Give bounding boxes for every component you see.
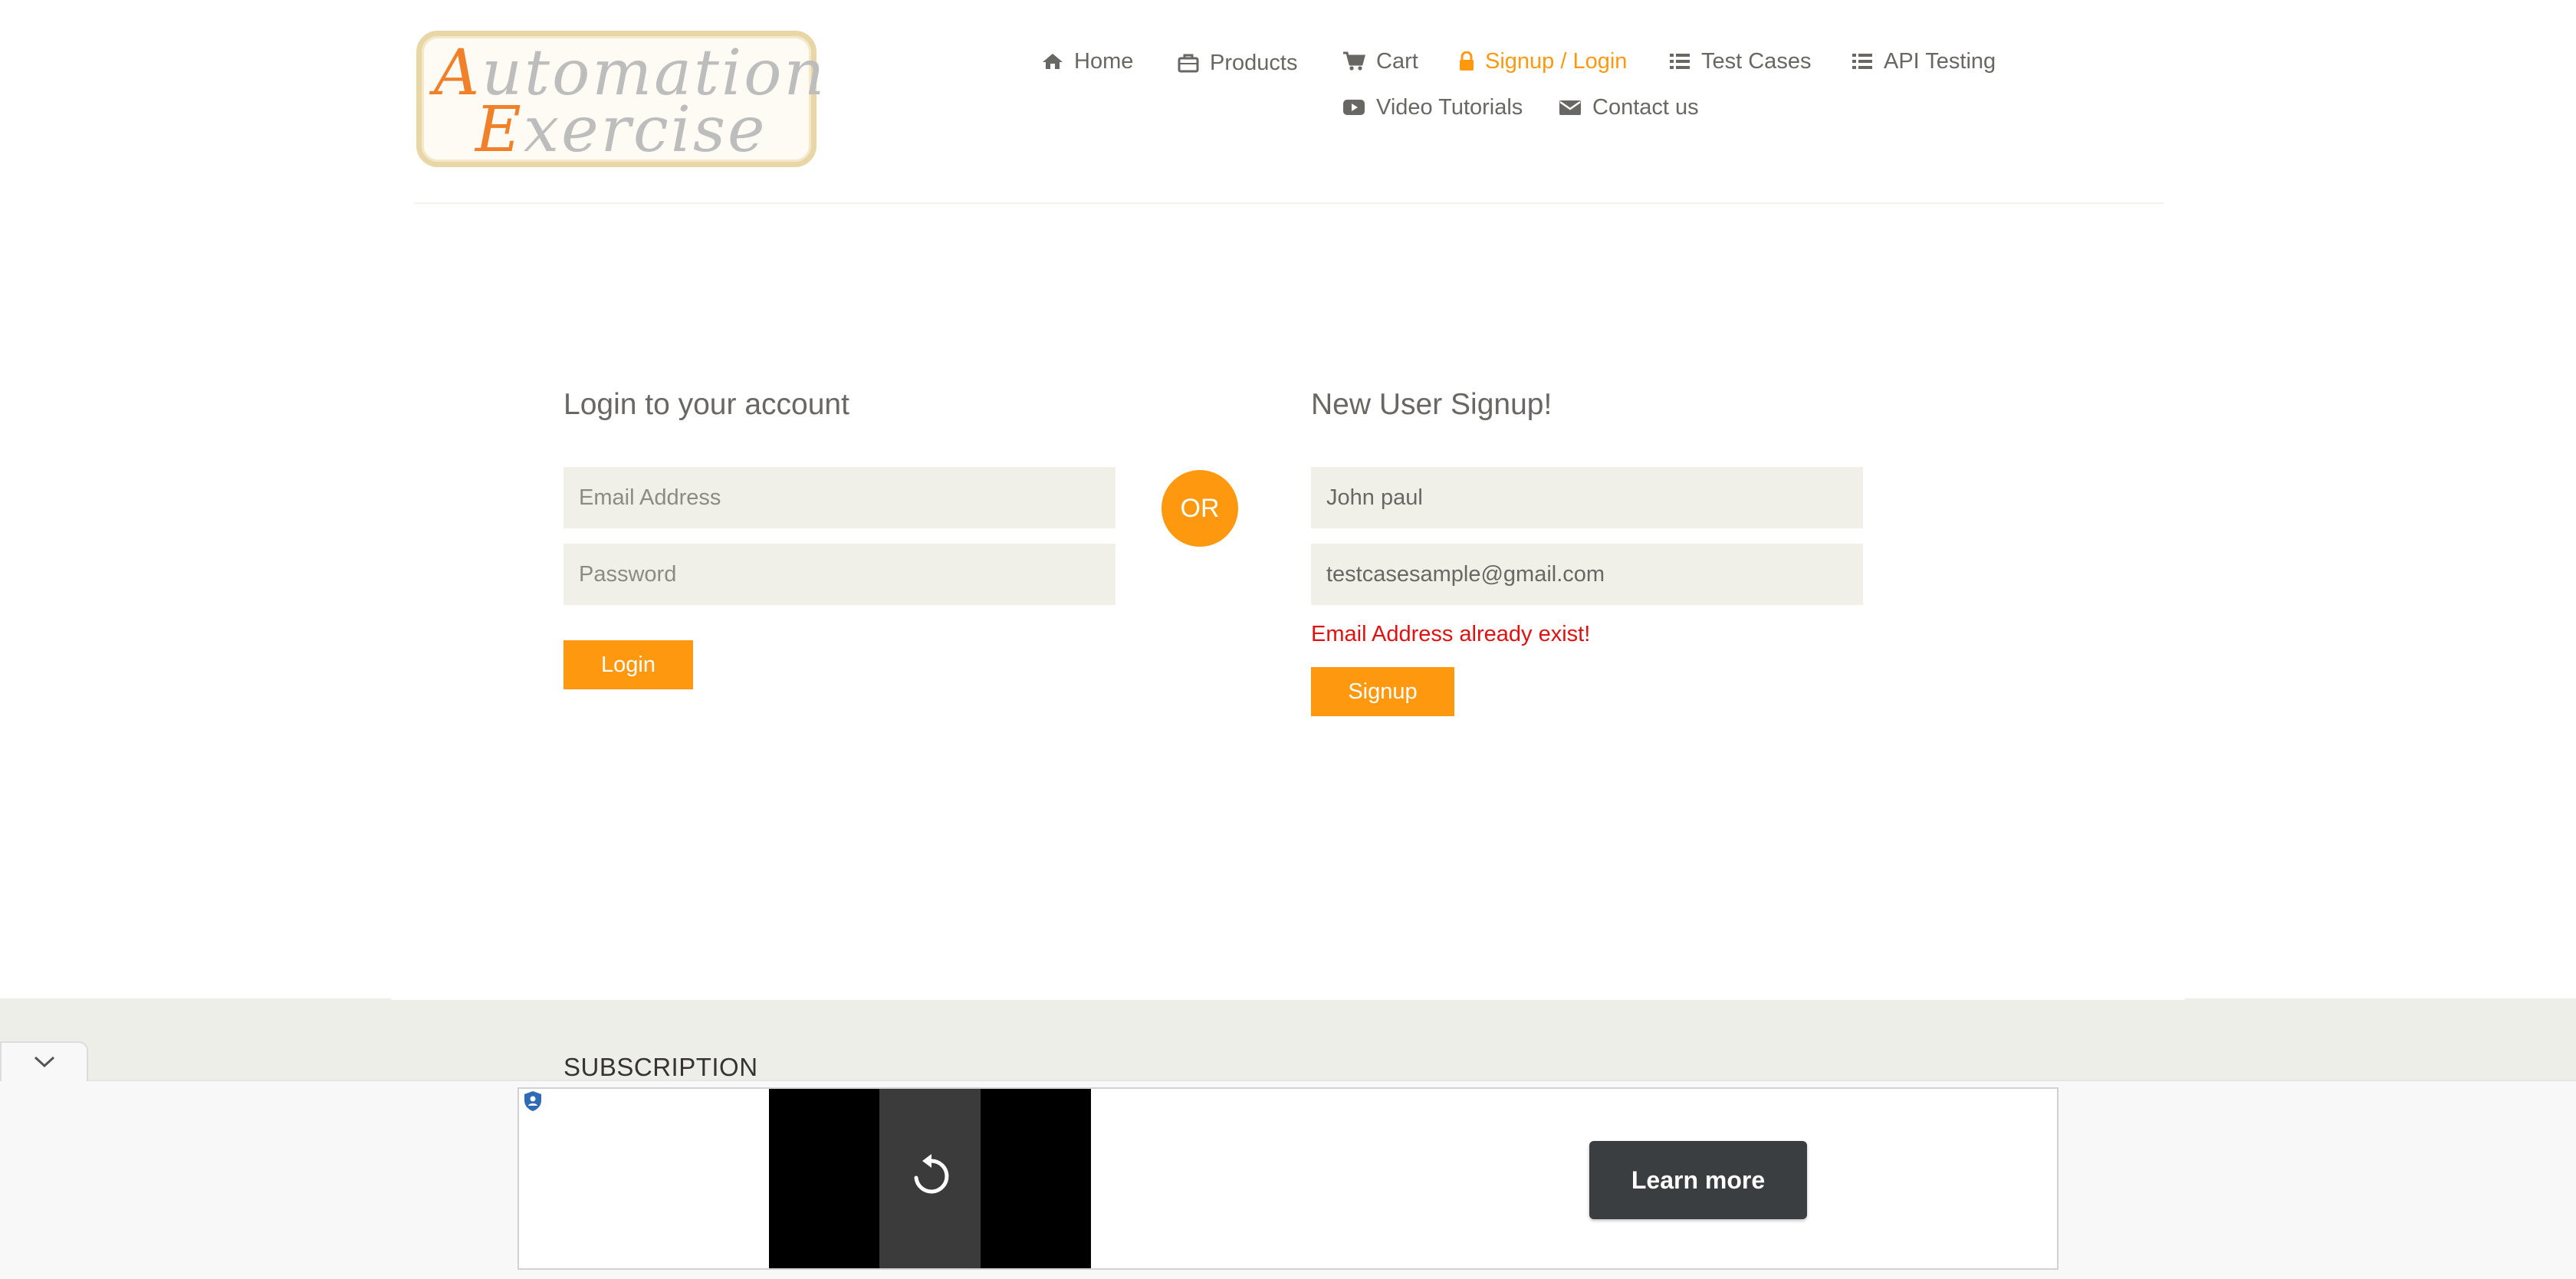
site-logo[interactable]: Automation Exercise (416, 31, 824, 167)
nav-home-label: Home (1074, 48, 1134, 74)
cart-icon (1343, 51, 1365, 71)
nav-signup-login[interactable]: Signup / Login (1459, 46, 1627, 77)
nav-cart-label: Cart (1376, 48, 1418, 74)
chevron-down-icon (34, 1056, 54, 1068)
or-divider-badge: OR (1162, 470, 1238, 547)
nav-video-tutorials-label: Video Tutorials (1376, 94, 1523, 120)
nav-test-cases-label: Test Cases (1701, 48, 1812, 74)
nav-contact-us[interactable]: Contact us (1559, 92, 1699, 123)
nav-test-cases[interactable]: Test Cases (1669, 46, 1811, 77)
nav-cart[interactable]: Cart (1342, 46, 1418, 77)
signup-form-title: New User Signup! (1311, 388, 1552, 421)
login-email-input[interactable] (564, 467, 1116, 528)
list-icon (1852, 54, 1872, 69)
replay-icon[interactable] (910, 1153, 953, 1199)
nav-home[interactable]: Home (1042, 46, 1133, 77)
login-form-title: Login to your account (564, 388, 849, 421)
ad-banner[interactable]: Learn more (518, 1087, 2058, 1270)
login-button[interactable]: Login (564, 640, 693, 689)
ad-video[interactable] (769, 1089, 1091, 1268)
subscription-heading: SUBSCRIPTION (564, 1053, 758, 1081)
envelope-icon (1559, 100, 1581, 115)
nav-products[interactable]: Products (1178, 48, 1297, 78)
nav-products-label: Products (1210, 50, 1298, 75)
nav-contact-us-label: Contact us (1592, 94, 1699, 120)
signup-button[interactable]: Signup (1311, 667, 1454, 716)
login-password-input[interactable] (564, 544, 1116, 605)
ad-learn-more-button[interactable]: Learn more (1589, 1141, 1807, 1219)
footer-divider (391, 998, 2185, 1000)
site-header: Automation Exercise Home Products Cart S… (0, 0, 2576, 204)
briefcase-icon (1178, 54, 1199, 73)
logo-line-2: Exercise (475, 94, 767, 166)
signup-email-input[interactable] (1311, 544, 1863, 605)
nav-video-tutorials[interactable]: Video Tutorials (1342, 92, 1523, 123)
home-icon (1043, 54, 1063, 69)
header-divider (414, 202, 2164, 204)
signup-error-message: Email Address already exist! (1311, 622, 1591, 646)
lock-icon (1460, 51, 1474, 71)
youtube-play-icon (1343, 100, 1365, 115)
nav-signup-login-label: Signup / Login (1485, 48, 1628, 74)
ad-collapse-button[interactable] (0, 1041, 88, 1081)
nav-api-testing-label: API Testing (1884, 48, 1996, 74)
list-icon (1670, 54, 1690, 69)
ad-privacy-icon[interactable] (523, 1090, 543, 1112)
nav-api-testing[interactable]: API Testing (1852, 46, 1996, 77)
signup-name-input[interactable] (1311, 467, 1863, 528)
